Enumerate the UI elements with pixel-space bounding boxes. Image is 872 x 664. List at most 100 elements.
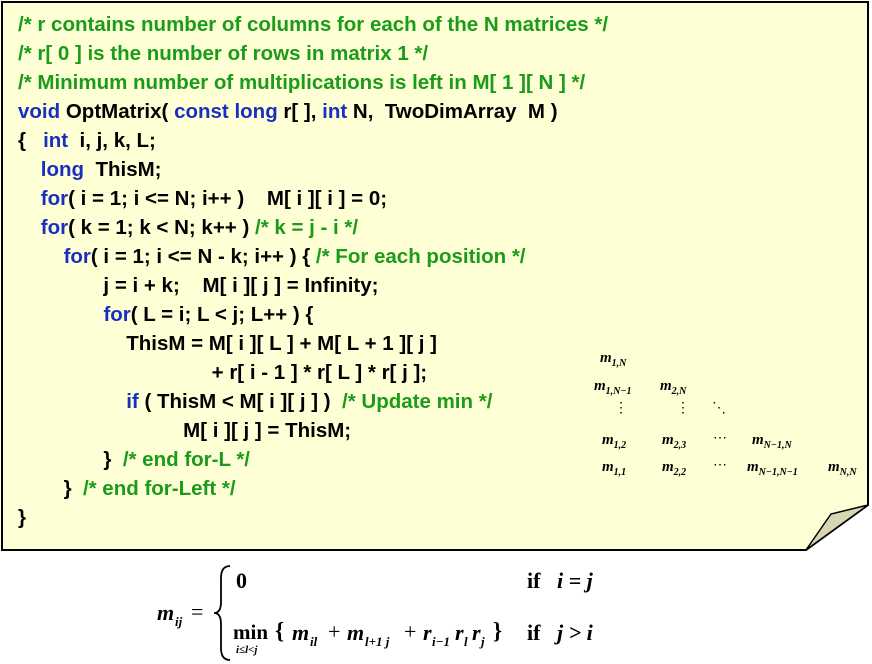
code-comment: /* r contains number of columns for each… [18, 13, 609, 36]
code-text: M[ i ][ j ] = ThisM; [18, 419, 352, 442]
cell-m-2-N: m2,N [660, 378, 687, 397]
code-line: + r[ i - 1 ] * r[ L ] * r[ j ]; [18, 358, 608, 387]
case2-open-brace: { [275, 618, 285, 643]
code-text: N, TwoDimArray M ) [347, 100, 558, 123]
cell-m-1-1: m1,1 [602, 459, 627, 478]
case2-plus-1: + [328, 619, 341, 644]
case2-m-il-sub: il [310, 634, 318, 649]
slide: /* r contains number of columns for each… [0, 0, 872, 664]
code-text: ( k = 1; k < N; k++ ) [68, 216, 255, 239]
code-keyword: long [40, 158, 85, 181]
code-keyword: void [18, 100, 61, 123]
case2-m-l1j-sub: l+1 j [365, 634, 390, 649]
formula-equals: = [191, 599, 204, 624]
formula-lhs: m [157, 600, 175, 625]
code-comment: /* end for-L */ [122, 448, 250, 471]
code-line: /* r[ 0 ] is the number of rows in matri… [18, 39, 608, 68]
code-text: OptMatrix( [60, 100, 175, 123]
case2-min-range: i≤l<j [236, 644, 258, 656]
code-line: for( i = 1; i <= N; i++ ) M[ i ][ i ] = … [18, 184, 608, 213]
code-comment: /* Minimum number of multiplications is … [18, 71, 586, 94]
cell-m-N-N: mN,N [828, 459, 857, 478]
case2-r-i1: r [423, 620, 432, 645]
code-text: j = i + k; M[ i ][ j ] = Infinity; [18, 274, 379, 297]
code-line: } /* end for-L */ [18, 445, 608, 474]
code-line: for( i = 1; i <= N - k; i++ ) { /* For e… [18, 242, 608, 271]
code-comment: /* For each position */ [315, 245, 526, 268]
code-comment: /* r[ 0 ] is the number of rows in matri… [18, 42, 429, 65]
case2-r-j-sub: j [481, 634, 485, 649]
code-line: /* r contains number of columns for each… [18, 10, 608, 39]
code-text: ( i = 1; i <= N - k; i++ ) { [90, 245, 316, 268]
case2-plus-2: + [404, 619, 417, 644]
case2-condition: j > i [557, 620, 593, 645]
cell-m-2-3: m2,3 [662, 432, 687, 451]
code-keyword: for [63, 245, 91, 268]
code-line: } /* end for-Left */ [18, 474, 608, 503]
code-line: { int i, j, k, L; [18, 126, 608, 155]
case1-value: 0 [236, 568, 247, 593]
code-keyword: for [40, 216, 69, 239]
case2-r-i1-sub: i−1 [432, 634, 450, 649]
code-text: ( ThisM < M[ i ][ j ] ) [138, 390, 343, 413]
code-text: } [18, 506, 26, 529]
cdots-row2: ⋯ [713, 431, 727, 446]
cell-m-1-N: m1,N [600, 350, 627, 369]
code-keyword: long [234, 100, 278, 123]
vdots-col2: ⋮ [676, 401, 690, 416]
case2-m-il: m [292, 620, 310, 645]
code-text: ThisM = M[ i ][ L ] + M[ L + 1 ][ j ] [18, 332, 437, 355]
code-listing: /* r contains number of columns for each… [18, 10, 608, 532]
code-text: + r[ i - 1 ] * r[ L ] * r[ j ]; [18, 361, 428, 384]
case1-condition: i = j [557, 568, 593, 593]
case2-m-l1j: m [347, 620, 365, 645]
code-line: long ThisM; [18, 155, 608, 184]
code-text: ( L = i; L < j; L++ ) { [130, 303, 314, 326]
case2-r-j: r [472, 620, 481, 645]
code-comment: /* Update min */ [342, 390, 493, 413]
code-line: j = i + k; M[ i ][ j ] = Infinity; [18, 271, 608, 300]
code-text: ( i = 1; i <= N; i++ ) M[ i ][ i ] = 0; [68, 187, 388, 210]
code-text: { [18, 129, 44, 152]
code-line: if ( ThisM < M[ i ][ j ] ) /* Update min… [18, 387, 608, 416]
code-line: } [18, 503, 608, 532]
recurrence-formula: m ij = 0 if i = j min i≤l<j { m il + m l… [0, 560, 872, 664]
code-line: for( k = 1; k < N; k++ ) /* k = j - i */ [18, 213, 608, 242]
code-keyword: int [322, 100, 348, 123]
case2-r-l-sub: l [464, 634, 468, 649]
formula-lhs-sub: ij [175, 614, 183, 629]
code-keyword: for [40, 187, 69, 210]
cdots-row1: ⋯ [713, 458, 727, 473]
code-text: i, j, k, L; [68, 129, 156, 152]
code-comment: /* k = j - i */ [255, 216, 359, 239]
code-text: ThisM; [84, 158, 162, 181]
code-comment: /* end for-Left */ [82, 477, 236, 500]
cell-m-1-2: m1,2 [602, 432, 627, 451]
code-keyword: int [43, 129, 69, 152]
code-line: /* Minimum number of multiplications is … [18, 68, 608, 97]
code-text: r[ ], [277, 100, 323, 123]
cell-m-N-1-N-1: mN−1,N−1 [747, 459, 798, 478]
code-text: } [18, 448, 123, 471]
cell-m-1-N-1: m1,N−1 [594, 378, 632, 397]
code-line: void OptMatrix( const long r[ ], int N, … [18, 97, 608, 126]
case2-min: min [233, 620, 269, 644]
code-line: M[ i ][ j ] = ThisM; [18, 416, 608, 445]
vdots-col1: ⋮ [614, 401, 628, 416]
formula-brace [213, 565, 231, 661]
cell-m-2-2: m2,2 [662, 459, 687, 478]
code-keyword: if [126, 390, 139, 413]
code-keyword: const [174, 100, 229, 123]
ddots-col3: ⋱ [712, 401, 726, 416]
code-line: ThisM = M[ i ][ L ] + M[ L + 1 ][ j ] [18, 329, 608, 358]
code-text: } [18, 477, 83, 500]
cell-m-N-1-N: mN−1,N [752, 432, 792, 451]
case2-close-brace: } [493, 618, 503, 643]
case2-r-l: r [455, 620, 464, 645]
